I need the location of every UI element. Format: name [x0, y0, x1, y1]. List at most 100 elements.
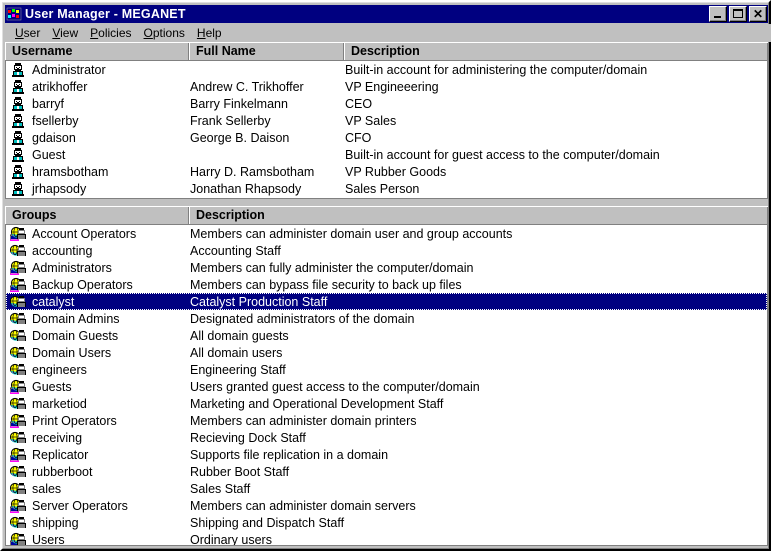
user-icon	[10, 96, 27, 112]
group-row-name-cell: Replicator	[6, 447, 190, 463]
menu-item-view[interactable]: View	[46, 25, 84, 42]
group-row[interactable]: Server Operators Members can administer d…	[6, 497, 767, 514]
group-description: Members can administer domain servers	[190, 498, 416, 513]
minimize-button[interactable]	[709, 6, 727, 22]
user-description: VP Rubber Goods	[345, 164, 447, 179]
user-row-username-cell: Administrator	[6, 62, 190, 78]
group-row[interactable]: Account Operators Members can administer …	[6, 225, 767, 242]
group-row-name-cell: Domain Guests	[6, 328, 190, 344]
group-row[interactable]: Replicator Supports file replication in a…	[6, 446, 767, 463]
local-group-icon	[10, 413, 27, 429]
user-icon	[10, 130, 27, 146]
groups-column-headers: Groups Description	[5, 206, 768, 225]
user-row[interactable]: Guest Built-in account for guest access t…	[6, 146, 767, 163]
user-row-username-cell: Guest	[6, 147, 190, 163]
menu-item-policies[interactable]: Policies	[84, 25, 137, 42]
group-row[interactable]: Domain Guests All domain guests	[6, 327, 767, 344]
group-row[interactable]: sales Sales Staff	[6, 480, 767, 497]
user-fullname: Jonathan Rhapsody	[190, 181, 302, 196]
group-description: Marketing and Operational Development St…	[190, 396, 444, 411]
user-row[interactable]: atrikhoffer Andrew C. Trikhoffer VP Engine…	[6, 78, 767, 95]
group-name: Users	[32, 532, 65, 546]
user-username: gdaison	[32, 130, 76, 145]
group-row[interactable]: Domain Users All domain users	[6, 344, 767, 361]
group-row[interactable]: accounting Accounting Staff	[6, 242, 767, 259]
local-group-icon	[10, 277, 27, 293]
group-row-name-cell: Guests	[6, 379, 190, 395]
user-icon	[10, 113, 27, 129]
column-header-username[interactable]: Username	[5, 43, 189, 60]
user-row[interactable]: fsellerby Frank Sellerby VP Sales	[6, 112, 767, 129]
group-row-selected[interactable]: catalyst Catalyst Production Staff	[6, 293, 767, 310]
user-fullname: Barry Finkelmann	[190, 96, 288, 111]
user-username: fsellerby	[32, 113, 79, 128]
user-fullname: Frank Sellerby	[190, 113, 271, 128]
group-name: rubberboot	[32, 464, 93, 479]
menu-item-options[interactable]: Options	[138, 25, 191, 42]
column-header-groups[interactable]: Groups	[5, 207, 189, 224]
user-manager-window: User Manager - MEGANET ✕ User View Polic…	[0, 0, 771, 551]
users-list[interactable]: Administrator Built-in account for admini…	[5, 61, 768, 199]
user-username: hramsbotham	[32, 164, 109, 179]
menu-item-user[interactable]: User	[9, 25, 46, 42]
user-row[interactable]: gdaison George B. Daison CFO	[6, 129, 767, 146]
group-name: Domain Admins	[32, 311, 120, 326]
user-manager-icon	[6, 7, 22, 21]
global-group-icon	[10, 311, 27, 327]
local-group-icon	[10, 260, 27, 276]
user-icon	[10, 181, 27, 197]
group-row[interactable]: Domain Admins Designated administrators o…	[6, 310, 767, 327]
user-row[interactable]: barryf Barry Finkelmann CEO	[6, 95, 767, 112]
user-icon	[10, 164, 27, 180]
user-row[interactable]: jrhapsody Jonathan Rhapsody Sales Person	[6, 180, 767, 197]
group-row[interactable]: Guests Users granted guest access to the …	[6, 378, 767, 395]
group-description: Engineering Staff	[190, 362, 286, 377]
group-name: Domain Guests	[32, 328, 119, 343]
group-description: Recieving Dock Staff	[190, 430, 306, 445]
user-username: jrhapsody	[32, 181, 87, 196]
column-header-description[interactable]: Description	[344, 43, 768, 60]
group-description: All domain users	[190, 345, 283, 360]
group-row[interactable]: Administrators Members can fully administ…	[6, 259, 767, 276]
group-name: engineers	[32, 362, 87, 377]
column-header-fullname[interactable]: Full Name	[189, 43, 344, 60]
user-fullname: Harry D. Ramsbotham	[190, 164, 315, 179]
users-pane: Username Full Name Description Administr…	[5, 42, 768, 199]
group-description: Members can fully administer the compute…	[190, 260, 474, 275]
pane-splitter[interactable]	[5, 199, 768, 206]
group-row[interactable]: Print Operators Members can administer do…	[6, 412, 767, 429]
user-icon	[10, 147, 27, 163]
group-row[interactable]: Users Ordinary users	[6, 531, 767, 546]
user-row[interactable]: hramsbotham Harry D. Ramsbotham VP Rubber …	[6, 163, 767, 180]
groups-list[interactable]: Account Operators Members can administer …	[5, 225, 768, 546]
user-description: Sales Person	[345, 181, 420, 196]
close-button[interactable]: ✕	[749, 6, 767, 22]
group-row[interactable]: receiving Recieving Dock Staff	[6, 429, 767, 446]
menu-item-help[interactable]: Help	[191, 25, 228, 42]
group-name: Administrators	[32, 260, 112, 275]
group-row[interactable]: shipping Shipping and Dispatch Staff	[6, 514, 767, 531]
column-header-group-description[interactable]: Description	[189, 207, 768, 224]
user-row[interactable]: Administrator Built-in account for admini…	[6, 61, 767, 78]
group-name: shipping	[32, 515, 79, 530]
group-row[interactable]: Backup Operators Members can bypass file …	[6, 276, 767, 293]
group-row-name-cell: Domain Users	[6, 345, 190, 361]
users-column-headers: Username Full Name Description	[5, 42, 768, 61]
group-row[interactable]: rubberboot Rubber Boot Staff	[6, 463, 767, 480]
user-row-username-cell: barryf	[6, 96, 190, 112]
user-description: VP Engineeering	[345, 79, 439, 94]
global-group-icon	[10, 396, 27, 412]
title-bar[interactable]: User Manager - MEGANET ✕	[5, 5, 768, 23]
user-fullname: Andrew C. Trikhoffer	[190, 79, 304, 94]
group-row-name-cell: Server Operators	[6, 498, 190, 514]
group-description: Members can administer domain user and g…	[190, 226, 513, 241]
group-row-name-cell: rubberboot	[6, 464, 190, 480]
user-username: atrikhoffer	[32, 79, 88, 94]
group-description: Users granted guest access to the comput…	[190, 379, 480, 394]
group-row[interactable]: marketiod Marketing and Operational Devel…	[6, 395, 767, 412]
group-name: Backup Operators	[32, 277, 133, 292]
group-name: Server Operators	[32, 498, 128, 513]
group-row[interactable]: engineers Engineering Staff	[6, 361, 767, 378]
local-group-icon	[10, 498, 27, 514]
maximize-button[interactable]	[729, 6, 747, 22]
